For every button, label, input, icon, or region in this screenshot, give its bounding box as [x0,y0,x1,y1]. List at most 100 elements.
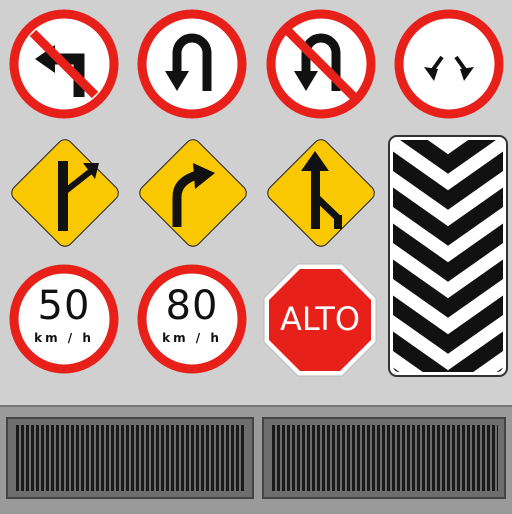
grate-bar [387,425,390,491]
grate-bar [272,425,275,491]
grate-bar [447,425,450,491]
no-u-turn-sign [266,9,376,119]
no-left-turn-icon [9,9,119,119]
grate-bar [287,425,290,491]
grate-bar [206,425,209,491]
grate-bar [71,425,74,491]
grate-bar [357,425,360,491]
no-left-turn-sign [9,9,119,119]
grate-bar [347,425,350,491]
grate-bars-icon [16,425,244,491]
grate-bar [367,425,370,491]
stop-sign-text: ALTO [279,300,361,338]
grate-bar [166,425,169,491]
grate-bar [101,425,104,491]
grate-bar [407,425,410,491]
speed-limit-50-sign: 50 km / h [9,264,119,374]
grate-bar [382,425,385,491]
chevron-board-icon [388,135,508,377]
grate-bar [186,425,189,491]
grate-bar [397,425,400,491]
curve-right-sign [131,131,255,255]
grate-bars-icon [272,425,498,491]
grate-bar [327,425,330,491]
drain-grate-left [6,417,254,499]
grate-bar [472,425,475,491]
grate-bar [216,425,219,491]
side-road-right-icon [11,139,119,247]
grate-bar [427,425,430,491]
grate-bar [442,425,445,491]
grate-bar [337,425,340,491]
grate-bar [226,425,229,491]
grate-bar [141,425,144,491]
grate-bar [292,425,295,491]
grate-bar [362,425,365,491]
u-turn-sign [137,9,247,119]
grate-bar [176,425,179,491]
curve-right-icon [139,139,247,247]
grate-bar [322,425,325,491]
grate-bar [241,425,244,491]
grate-bar [16,425,19,491]
speed-limit-unit: km / h [162,331,222,345]
merge-right-icon [267,139,375,247]
merge-right-sign [259,131,383,255]
grate-bar [116,425,119,491]
grate-bar [121,425,124,491]
grate-bar [156,425,159,491]
drain-grate-right [262,417,506,499]
grate-bar [497,425,498,491]
grate-bar [76,425,79,491]
grate-bar [46,425,49,491]
grate-bar [312,425,315,491]
grate-bar [136,425,139,491]
split-arrows-sign [394,9,504,119]
grate-bar [191,425,194,491]
stop-sign: ALTO [262,262,378,378]
grate-bar [126,425,129,491]
grate-bar [91,425,94,491]
grate-bar [317,425,320,491]
chevron-board-sign [387,134,509,378]
grate-bar [96,425,99,491]
grate-bar [342,425,345,491]
grate-bar [36,425,39,491]
speed-limit-value: 50 [37,283,91,329]
grate-bar [422,425,425,491]
grate-bar [417,425,420,491]
speed-limit-80-sign: 80 km / h [137,264,247,374]
grate-bar [41,425,44,491]
grate-bar [477,425,480,491]
no-u-turn-icon [266,9,376,119]
side-road-right-sign [3,131,127,255]
grate-bar [111,425,114,491]
grate-bar [372,425,375,491]
grate-bar [452,425,455,491]
grate-bar [377,425,380,491]
grate-bar [432,425,435,491]
grate-bar [26,425,29,491]
grate-bar [21,425,24,491]
grate-bar [482,425,485,491]
grate-bar [181,425,184,491]
grate-bar [151,425,154,491]
grate-bar [56,425,59,491]
grate-bar [457,425,460,491]
grate-bar [307,425,310,491]
grate-bar [201,425,204,491]
grate-bar [352,425,355,491]
grate-bar [211,425,214,491]
grate-bar [51,425,54,491]
grate-bar [146,425,149,491]
u-turn-icon [137,9,247,119]
grate-bar [302,425,305,491]
grate-bar [392,425,395,491]
speed-limit-unit: km / h [34,331,94,345]
grate-bar [106,425,109,491]
grate-bar [487,425,490,491]
grate-bar [402,425,405,491]
drain-grate-strip [0,405,512,514]
grate-bar [131,425,134,491]
grate-bar [437,425,440,491]
